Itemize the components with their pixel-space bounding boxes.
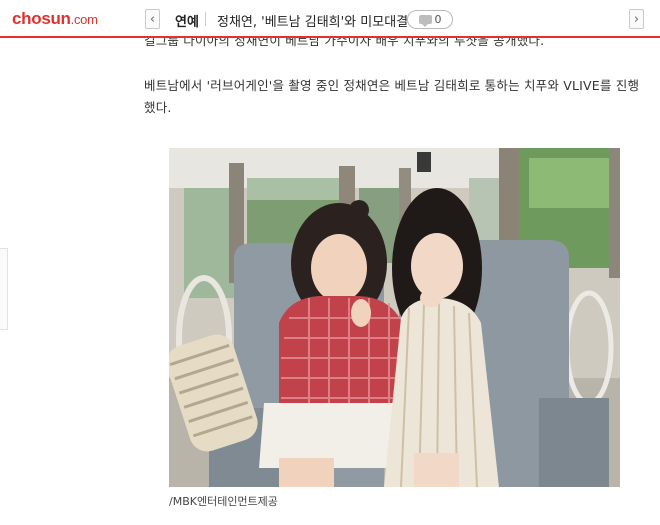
header-divider [205, 12, 206, 26]
photo-caption: /MBK엔터테인먼트제공 [169, 495, 278, 508]
comment-icon [418, 15, 432, 27]
chevron-left-icon: ‹ [149, 11, 156, 27]
next-article-button[interactable]: › [629, 9, 644, 29]
article-headline: 정채연, '베트남 김태희'와 미모대결 [217, 15, 409, 30]
prev-article-button[interactable]: ‹ [145, 9, 160, 29]
chevron-right-icon: › [633, 11, 640, 27]
article-paragraph: 베트남에서 '러브어게인'을 촬영 중인 정채연은 베트남 김태희로 통하는 치… [144, 78, 640, 115]
article-body: 걸그룹 다이아의 정채연이 베트남 가수이자 배우 치푸와의 투샷을 공개했다.… [0, 0, 660, 525]
side-panel-edge [0, 248, 8, 330]
comment-count-button[interactable]: 0 [407, 10, 453, 29]
logo-suffix: .com [70, 12, 98, 27]
site-logo[interactable]: chosun.com [12, 9, 98, 29]
top-header-bar: chosun.com ‹ 연예 정채연, '베트남 김태희'와 미모대결 0 › [0, 0, 660, 38]
section-label[interactable]: 연예 [175, 11, 199, 30]
logo-text: chosun [12, 9, 71, 28]
comment-count: 0 [434, 13, 442, 26]
photo-illustration [169, 148, 620, 487]
article-photo[interactable] [169, 148, 620, 487]
